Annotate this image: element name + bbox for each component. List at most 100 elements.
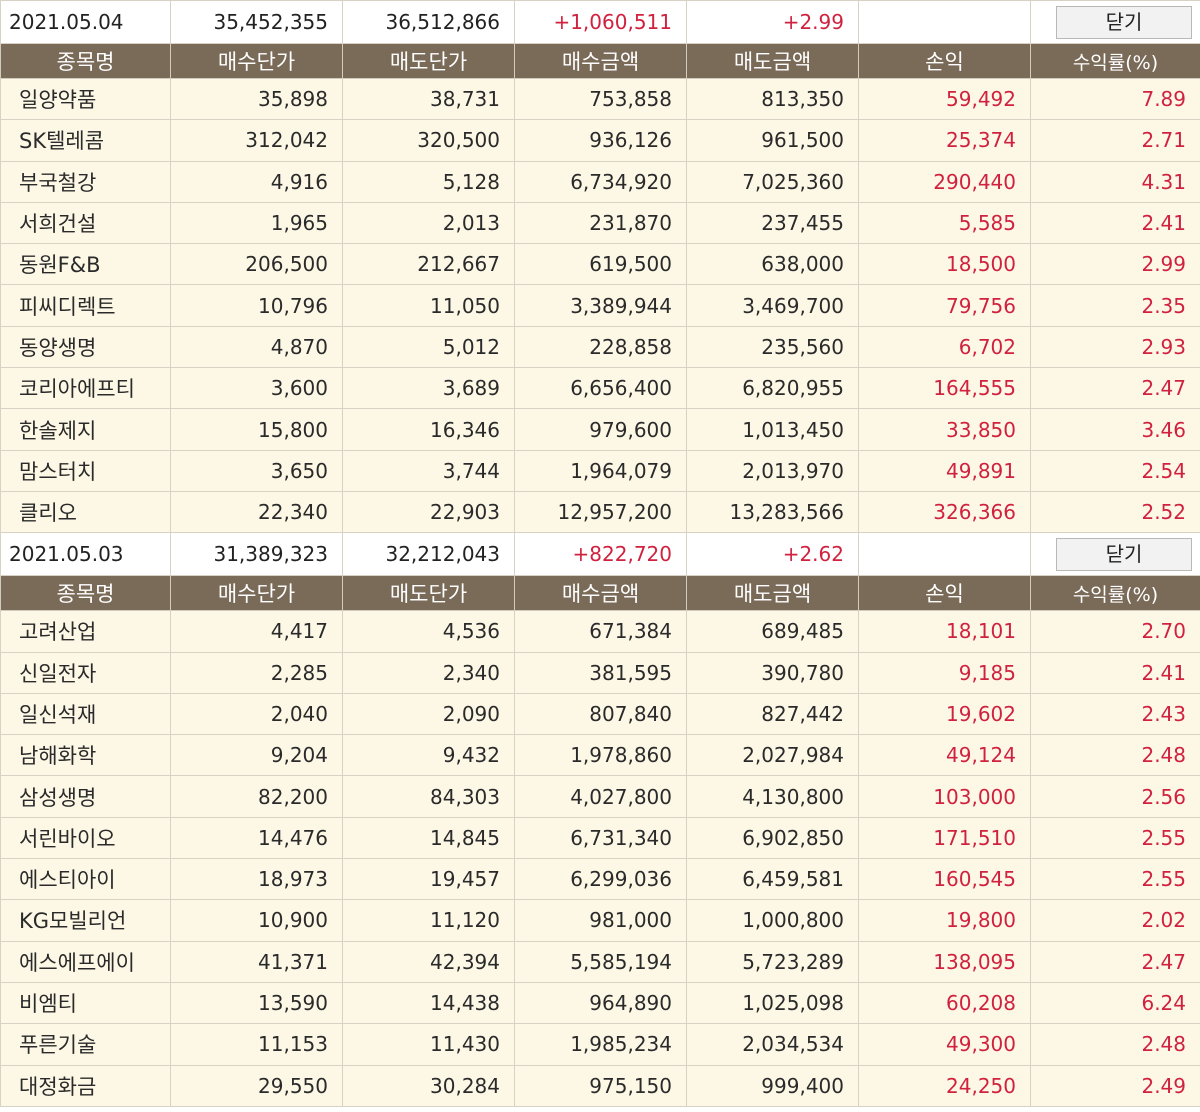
table-row[interactable]: SK텔레콤 312,042 320,500 936,126 961,500 25,374 2…	[0, 119, 1200, 162]
buy-amount: 6,299,036	[514, 858, 687, 901]
stock-name: 일양약품	[0, 77, 171, 121]
table-row[interactable]: 한솔제지 15,800 16,346 979,600 1,013,450 33,850 3.…	[0, 408, 1200, 451]
profit-loss: 60,208	[858, 981, 1031, 1025]
sell-price: 3,689	[342, 367, 515, 410]
return-rate: 2.55	[1030, 858, 1200, 901]
return-rate: 2.48	[1030, 734, 1200, 777]
close-button-cell: 닫기	[1030, 532, 1200, 577]
close-button[interactable]: 닫기	[1056, 5, 1192, 39]
table-row[interactable]: 서린바이오 14,476 14,845 6,731,340 6,902,850 171,5…	[0, 816, 1200, 860]
return-rate: 4.31	[1030, 160, 1200, 203]
table-row[interactable]: 피씨디렉트 10,796 11,050 3,389,944 3,469,700 79,75…	[0, 284, 1200, 327]
table-row[interactable]: 코리아에프티 3,600 3,689 6,656,400 6,820,955 164,55…	[0, 367, 1200, 410]
summary-empty-cell	[858, 532, 1031, 577]
buy-amount: 753,858	[514, 77, 687, 121]
buy-price: 2,285	[170, 651, 343, 694]
table-row[interactable]: 일양약품 35,898 38,731 753,858 813,350 59,492 7.89	[0, 77, 1200, 121]
profit-loss: 138,095	[858, 940, 1031, 983]
summary-total-buy: 35,452,355	[170, 0, 343, 44]
sell-price: 84,303	[342, 775, 515, 818]
table-row[interactable]: 일신석재 2,040 2,090 807,840 827,442 19,602 2.43	[0, 692, 1200, 736]
sell-price: 3,744	[342, 449, 515, 492]
table-row[interactable]: 부국철강 4,916 5,128 6,734,920 7,025,360 290,440 4…	[0, 160, 1200, 203]
column-header: 매도단가	[342, 575, 515, 612]
table-row[interactable]: KG모빌리언 10,900 11,120 981,000 1,000,800 19,800…	[0, 899, 1200, 942]
sell-price: 2,090	[342, 692, 515, 736]
return-rate: 2.47	[1030, 940, 1200, 983]
table-row[interactable]: 남해화학 9,204 9,432 1,978,860 2,027,984 49,124 2.…	[0, 734, 1200, 777]
table-row[interactable]: 대정화금 29,550 30,284 975,150 999,400 24,250 2.49	[0, 1064, 1200, 1107]
return-rate: 2.35	[1030, 284, 1200, 327]
stock-name: KG모빌리언	[0, 899, 171, 942]
buy-price: 22,340	[170, 490, 343, 534]
sell-amount: 961,500	[686, 119, 859, 162]
profit-loss: 19,602	[858, 692, 1031, 736]
buy-amount: 619,500	[514, 243, 687, 286]
column-header: 매수단가	[170, 575, 343, 612]
stock-name: 비엠티	[0, 981, 171, 1025]
table-row[interactable]: 동양생명 4,870 5,012 228,858 235,560 6,702 2.93	[0, 325, 1200, 369]
table-row[interactable]: 에스티아이 18,973 19,457 6,299,036 6,459,581 160,5…	[0, 858, 1200, 901]
profit-loss: 6,702	[858, 325, 1031, 369]
profit-loss: 49,891	[858, 449, 1031, 492]
buy-price: 9,204	[170, 734, 343, 777]
column-header: 매도금액	[686, 43, 859, 79]
table-row[interactable]: 삼성생명 82,200 84,303 4,027,800 4,130,800 103,00…	[0, 775, 1200, 818]
buy-amount: 1,978,860	[514, 734, 687, 777]
table-row[interactable]: 신일전자 2,285 2,340 381,595 390,780 9,185 2.41	[0, 651, 1200, 694]
summary-rate: +2.99	[686, 0, 859, 44]
table-row[interactable]: 동원F&B 206,500 212,667 619,500 638,000 18,500 2…	[0, 243, 1200, 286]
stock-name: 신일전자	[0, 651, 171, 694]
buy-price: 2,040	[170, 692, 343, 736]
return-rate: 2.52	[1030, 490, 1200, 534]
buy-amount: 6,731,340	[514, 816, 687, 860]
profit-loss: 5,585	[858, 201, 1031, 245]
buy-price: 3,600	[170, 367, 343, 410]
sell-amount: 235,560	[686, 325, 859, 369]
sell-price: 2,340	[342, 651, 515, 694]
profit-loss: 171,510	[858, 816, 1031, 860]
summary-profit: +1,060,511	[514, 0, 687, 44]
profit-loss: 59,492	[858, 77, 1031, 121]
profit-loss: 49,124	[858, 734, 1031, 777]
stock-name: 코리아에프티	[0, 367, 171, 410]
sell-amount: 6,459,581	[686, 858, 859, 901]
table-row[interactable]: 클리오 22,340 22,903 12,957,200 13,283,566 326,3…	[0, 490, 1200, 534]
buy-price: 10,796	[170, 284, 343, 327]
return-rate: 2.48	[1030, 1023, 1200, 1066]
buy-price: 1,965	[170, 201, 343, 245]
sell-price: 11,120	[342, 899, 515, 942]
column-header: 손익	[858, 43, 1031, 79]
buy-price: 206,500	[170, 243, 343, 286]
close-button-cell: 닫기	[1030, 0, 1200, 44]
close-button[interactable]: 닫기	[1056, 537, 1192, 571]
buy-amount: 975,150	[514, 1064, 687, 1107]
column-header: 수익률(%)	[1030, 575, 1200, 612]
return-rate: 2.41	[1030, 651, 1200, 694]
table-row[interactable]: 푸른기술 11,153 11,430 1,985,234 2,034,534 49,300…	[0, 1023, 1200, 1066]
summary-total-sell: 32,212,043	[342, 532, 515, 577]
buy-amount: 231,870	[514, 201, 687, 245]
table-row[interactable]: 맘스터치 3,650 3,744 1,964,079 2,013,970 49,891 2.…	[0, 449, 1200, 492]
profit-loss: 103,000	[858, 775, 1031, 818]
sell-amount: 1,000,800	[686, 899, 859, 942]
stock-name: 푸른기술	[0, 1023, 171, 1066]
return-rate: 2.43	[1030, 692, 1200, 736]
column-header: 매수금액	[514, 575, 687, 612]
buy-price: 35,898	[170, 77, 343, 121]
sell-price: 11,050	[342, 284, 515, 327]
profit-loss: 24,250	[858, 1064, 1031, 1107]
table-row[interactable]: 비엠티 13,590 14,438 964,890 1,025,098 60,208 6.2…	[0, 981, 1200, 1025]
column-header-row: 종목명 매수단가 매도단가 매수금액 매도금액 손익 수익률(%)	[0, 43, 1200, 79]
table-row[interactable]: 서희건설 1,965 2,013 231,870 237,455 5,585 2.41	[0, 201, 1200, 245]
sell-amount: 13,283,566	[686, 490, 859, 534]
sell-amount: 5,723,289	[686, 940, 859, 983]
buy-price: 3,650	[170, 449, 343, 492]
return-rate: 7.89	[1030, 77, 1200, 121]
profit-loss: 33,850	[858, 408, 1031, 451]
table-row[interactable]: 에스에프에이 41,371 42,394 5,585,194 5,723,289 138,…	[0, 940, 1200, 983]
table-row[interactable]: 고려산업 4,417 4,536 671,384 689,485 18,101 2.70	[0, 610, 1200, 653]
sell-price: 42,394	[342, 940, 515, 983]
return-rate: 6.24	[1030, 981, 1200, 1025]
sell-price: 38,731	[342, 77, 515, 121]
